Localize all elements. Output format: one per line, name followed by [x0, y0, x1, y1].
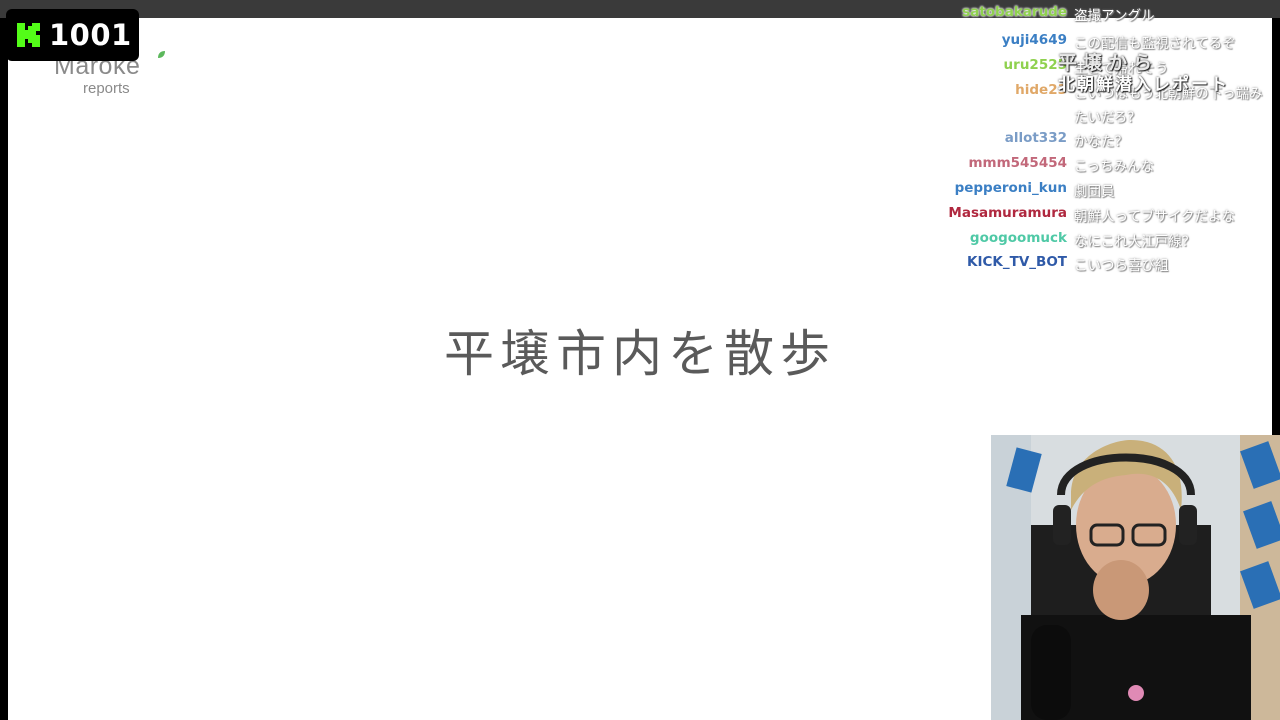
chat-message: mmm545454 こっちみんな	[880, 155, 1280, 179]
kick-logo-icon	[17, 23, 40, 47]
chat-username: yuji4649	[1001, 32, 1067, 48]
chat-message: Masamuramura 朝鮮人ってブサイクだよな	[880, 205, 1280, 229]
chat-text: なにこれ大江戸線？	[1074, 234, 1196, 250]
chat-text: こっちみんな	[1074, 159, 1155, 175]
chat-username: satobakarude	[962, 4, 1067, 20]
slide-title: 平壌市内を散歩	[444, 325, 836, 383]
chat-username: KICK_TV_BOT	[967, 254, 1067, 270]
chat-username: Masamuramura	[948, 205, 1067, 221]
chat-text: 盗撮アングル	[1074, 8, 1155, 24]
chat-username: pepperoni_kun	[954, 180, 1067, 196]
chat-text: 劇団員	[1074, 184, 1115, 200]
chat-message: satobakarude 盗撮アングル	[880, 4, 1280, 28]
maroke-reports-logo: Maroke reports	[54, 51, 194, 116]
chat-message: pepperoni_kun 劇団員	[880, 180, 1280, 204]
chat-username: allot332	[1004, 130, 1067, 146]
viewer-count-badge: 1001	[6, 9, 139, 61]
chat-text: かなた？	[1074, 134, 1128, 150]
chat-message: KICK_TV_BOT こいつら喜び組	[880, 254, 1280, 278]
chat-username: mmm545454	[968, 155, 1067, 171]
leaf-icon	[158, 51, 165, 58]
streamer-webcam	[991, 435, 1280, 720]
viewer-count: 1001	[49, 18, 132, 52]
chat-message: googoomuck なにこれ大江戸線？	[880, 230, 1280, 254]
chat-text: 朝鮮人ってブサイクだよな	[1074, 209, 1236, 225]
chat-message: allot332 かなた？	[880, 130, 1280, 154]
chat-username: googoomuck	[969, 230, 1067, 246]
webcam-scene	[991, 435, 1280, 720]
stream-stage: Maroke reports 平壌市内を散歩 1001 satobakarude…	[0, 0, 1280, 720]
overlay-title-line1: 北朝鮮潜入レポート	[1058, 75, 1229, 95]
chat-text: こいつら喜び組	[1074, 258, 1169, 274]
logo-subtitle: reports	[83, 80, 130, 97]
